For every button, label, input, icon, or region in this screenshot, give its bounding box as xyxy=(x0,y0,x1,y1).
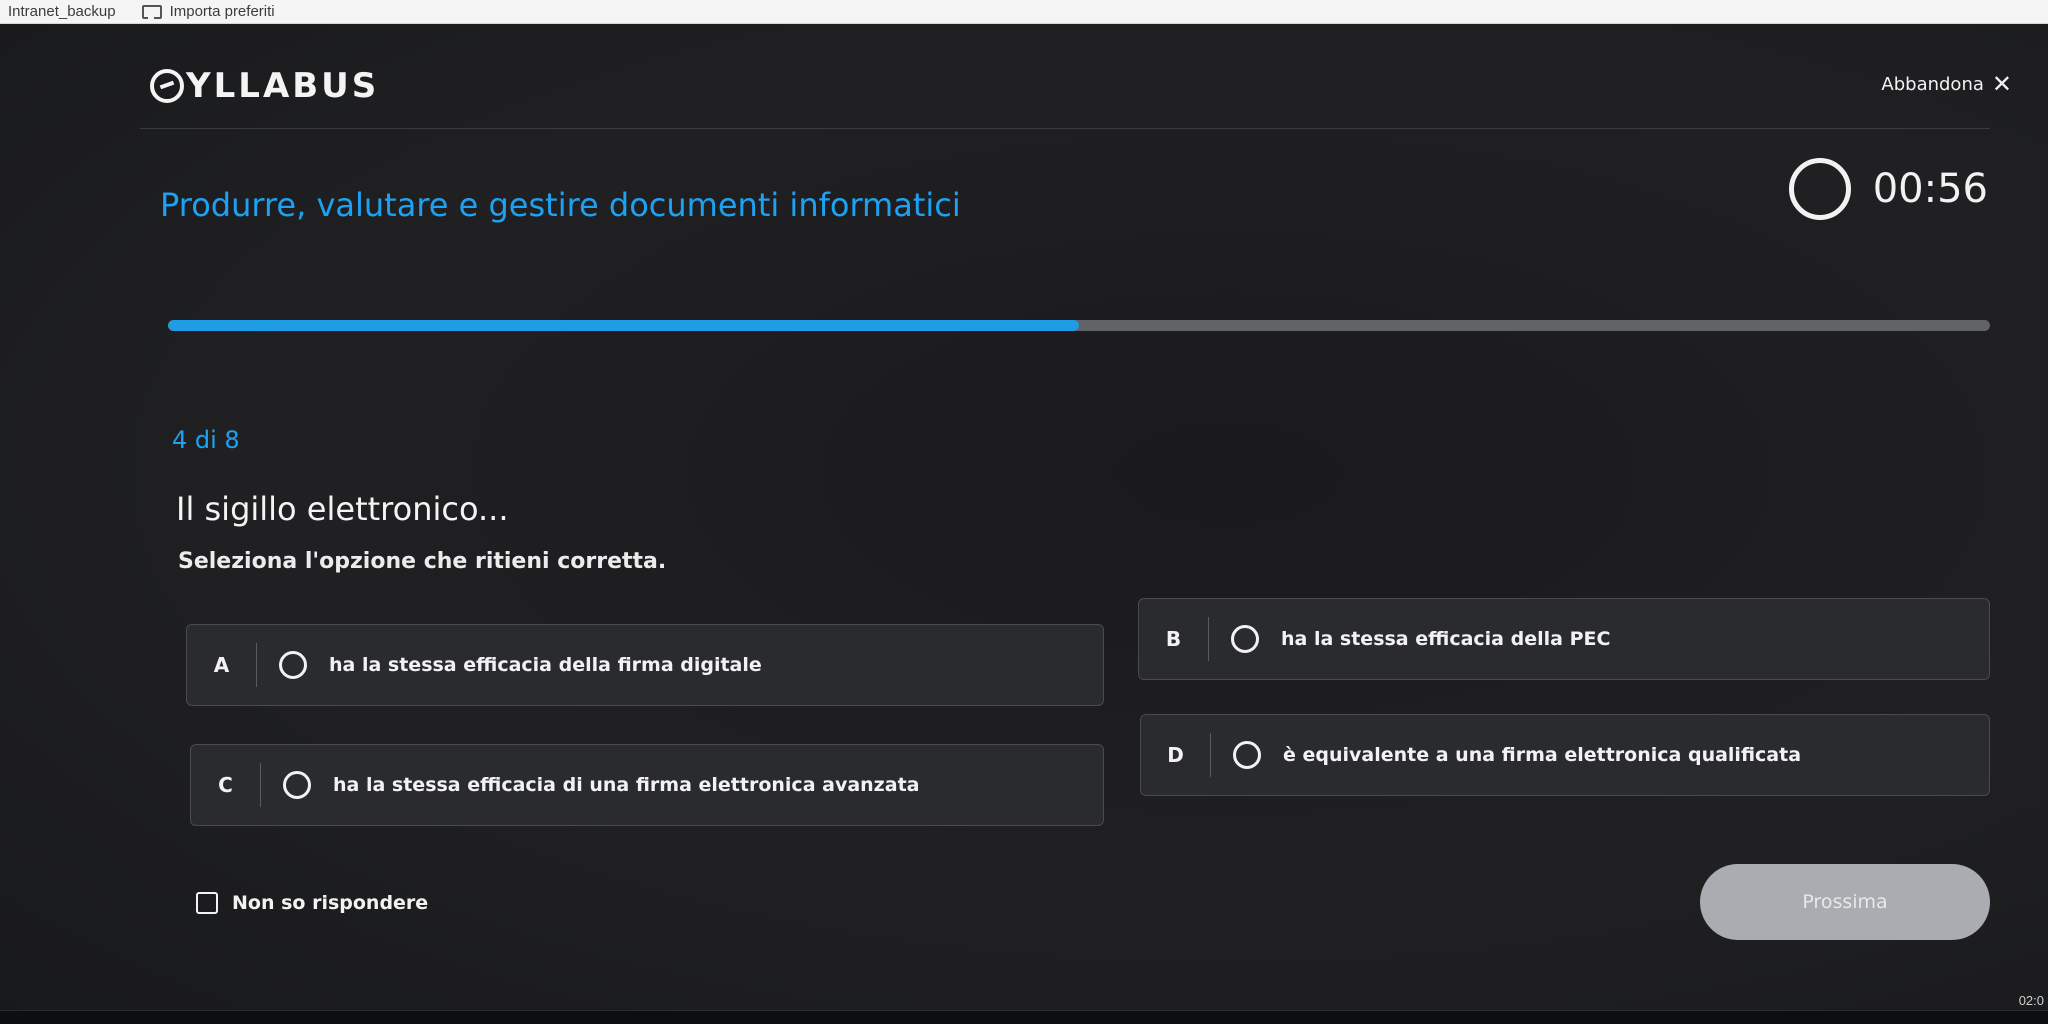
radio-icon[interactable] xyxy=(279,651,307,679)
option-letter: B xyxy=(1139,617,1209,661)
import-icon xyxy=(141,4,162,19)
step-counter: 4 di 8 xyxy=(172,426,240,454)
timer-ring-icon xyxy=(1788,158,1851,220)
abandon-label: Abbandona xyxy=(1881,73,1984,95)
progress-fill xyxy=(168,320,1079,331)
option-c[interactable]: C ha la stessa efficacia di una firma el… xyxy=(190,744,1104,826)
logo-text: YLLABUS xyxy=(186,66,380,106)
option-text: è equivalente a una firma elettronica qu… xyxy=(1283,744,1802,766)
bookmark-import-favorites[interactable]: Importa preferiti xyxy=(141,3,275,20)
timer-value: 00:56 xyxy=(1872,166,1988,212)
radio-icon[interactable] xyxy=(1233,741,1261,769)
abandon-button[interactable]: Abbandona ✕ xyxy=(1881,72,2012,96)
quiz-page: YLLABUS Abbandona ✕ Produrre, valutare e… xyxy=(0,24,2048,1024)
option-text: ha la stessa efficacia di una firma elet… xyxy=(333,774,920,796)
logo-mark-icon xyxy=(150,69,184,103)
header-divider xyxy=(140,128,1990,129)
option-a[interactable]: A ha la stessa efficacia della firma dig… xyxy=(186,624,1104,706)
system-clock: 02:0 xyxy=(2018,993,2044,1008)
progress-bar xyxy=(168,320,1990,331)
option-text: ha la stessa efficacia della PEC xyxy=(1281,628,1611,650)
bookmark-intranet-backup[interactable]: Intranet_backup xyxy=(8,3,116,20)
course-title: Produrre, valutare e gestire documenti i… xyxy=(160,186,961,224)
instruction-text: Seleziona l'opzione che ritieni corretta… xyxy=(178,549,667,574)
radio-icon[interactable] xyxy=(283,771,311,799)
option-text: ha la stessa efficacia della firma digit… xyxy=(329,654,762,676)
dont-know-checkbox[interactable]: Non so rispondere xyxy=(196,892,428,914)
option-letter: D xyxy=(1141,733,1211,777)
bookmark-label: Importa preferiti xyxy=(169,3,275,20)
taskbar xyxy=(0,1010,2048,1024)
close-icon: ✕ xyxy=(1991,70,2012,98)
question-text: Il sigillo elettronico... xyxy=(176,490,509,528)
option-letter: A xyxy=(187,643,257,687)
bookmark-label: Intranet_backup xyxy=(8,3,116,20)
syllabus-logo: YLLABUS xyxy=(150,66,379,106)
option-letter: C xyxy=(191,763,261,807)
bookmarks-bar: Intranet_backup Importa preferiti xyxy=(0,0,2048,24)
option-d[interactable]: D è equivalente a una firma elettronica … xyxy=(1140,714,1990,796)
option-b[interactable]: B ha la stessa efficacia della PEC xyxy=(1138,598,1990,680)
checkbox-icon[interactable] xyxy=(196,892,218,914)
timer: 00:56 xyxy=(1788,158,1988,220)
next-button[interactable]: Prossima xyxy=(1700,864,1990,940)
dont-know-label: Non so rispondere xyxy=(232,892,429,914)
radio-icon[interactable] xyxy=(1231,625,1259,653)
